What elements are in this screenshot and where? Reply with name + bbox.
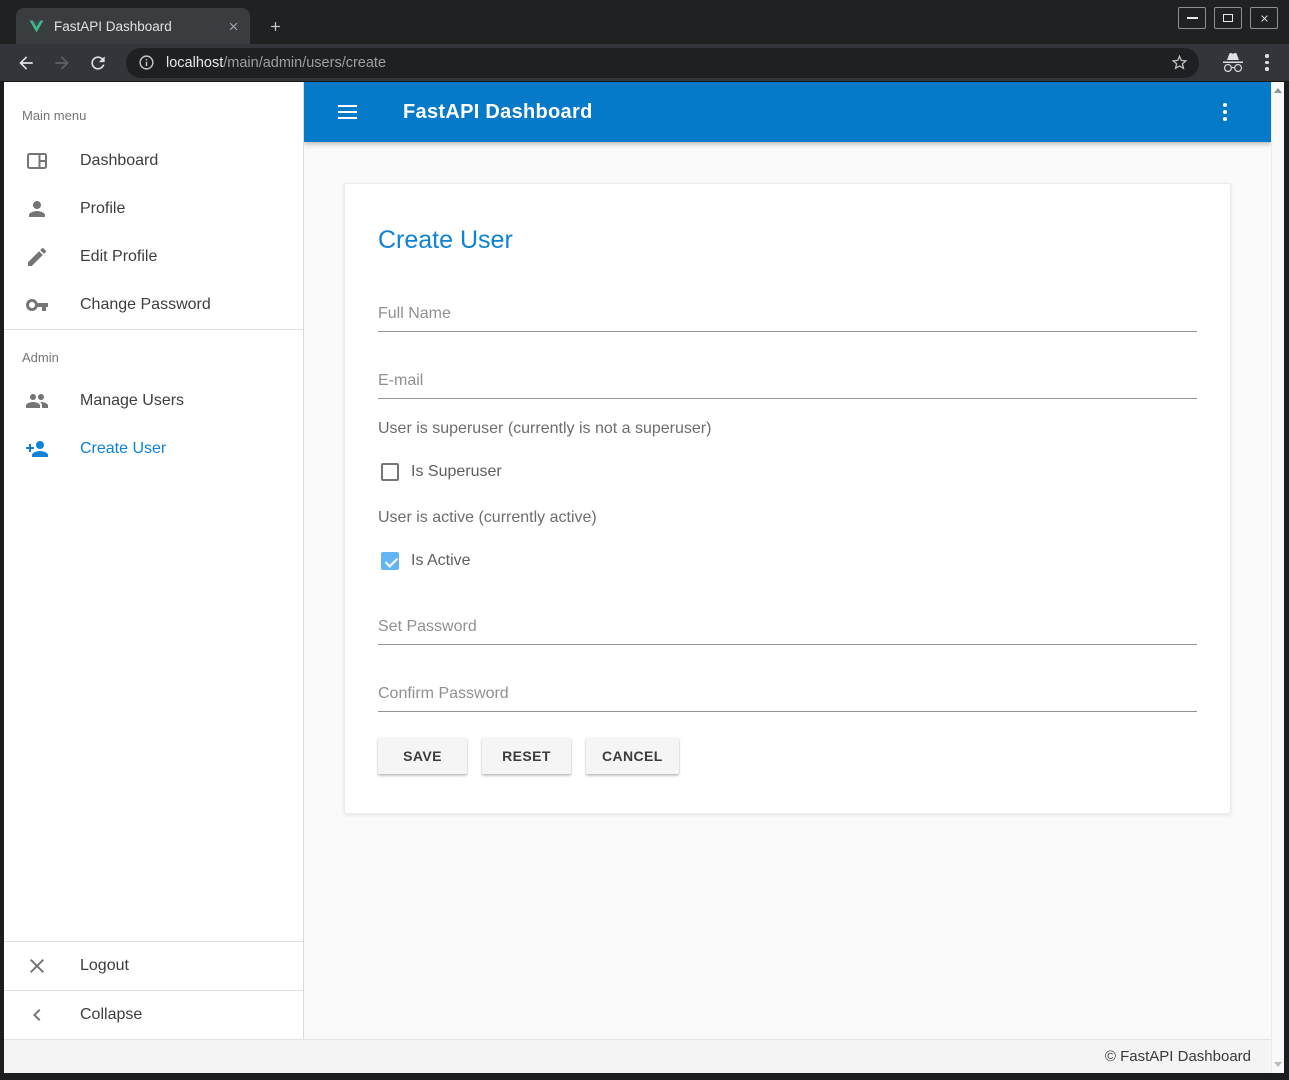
sidebar-item-label: Change Password (80, 296, 211, 314)
incognito-icon (1221, 51, 1245, 75)
sidebar-section-admin: Admin (4, 330, 303, 377)
chevron-left-icon (25, 1003, 49, 1027)
is-superuser-checkbox[interactable]: Is Superuser (378, 463, 1197, 481)
page-scrollbar[interactable] (1271, 82, 1284, 1073)
sidebar-item-create-user[interactable]: Create User (4, 425, 303, 473)
close-window-button[interactable] (1250, 7, 1278, 29)
sidebar-item-label: Collapse (80, 1006, 142, 1024)
sidebar-item-label: Profile (80, 200, 125, 218)
app-page: Main menu Dashboard Profile (4, 82, 1271, 1073)
tab-title: FastAPI Dashboard (54, 19, 224, 34)
minimize-button[interactable] (1178, 7, 1206, 29)
reset-button[interactable]: RESET (482, 738, 571, 774)
cancel-button[interactable]: CANCEL (586, 738, 679, 774)
app-bar-menu-icon[interactable] (1213, 100, 1237, 124)
sidebar-item-label: Logout (80, 957, 129, 975)
superuser-hint: User is superuser (currently is not a su… (378, 420, 1197, 438)
browser-menu-icon[interactable] (1257, 51, 1277, 75)
app-bar: FastAPI Dashboard (304, 82, 1271, 142)
sidebar-item-manage-users[interactable]: Manage Users (4, 377, 303, 425)
save-button[interactable]: SAVE (378, 738, 467, 774)
app-bar-title: FastAPI Dashboard (403, 101, 593, 124)
sidebar-section-main-menu: Main menu (4, 82, 303, 137)
sidebar-item-collapse[interactable]: Collapse (4, 991, 303, 1039)
url-bar[interactable]: localhost/main/admin/users/create (126, 48, 1199, 78)
create-user-card: Create User User is superuser (currently… (344, 183, 1231, 814)
reload-icon[interactable] (84, 49, 112, 77)
sidebar-item-change-password[interactable]: Change Password (4, 281, 303, 329)
app-footer: © FastAPI Dashboard (4, 1039, 1271, 1073)
email-field[interactable] (378, 372, 1197, 399)
page-viewport: Main menu Dashboard Profile (4, 82, 1284, 1073)
bookmark-star-icon[interactable] (1170, 53, 1189, 72)
main-content: FastAPI Dashboard Create User User is su… (304, 82, 1271, 1039)
back-icon[interactable] (12, 49, 40, 77)
form-buttons: SAVE RESET CANCEL (378, 738, 1197, 774)
dashboard-icon (25, 149, 49, 173)
url-host: localhost (166, 55, 223, 71)
vue-logo-icon (28, 18, 45, 35)
is-active-checkbox[interactable]: Is Active (378, 552, 1197, 570)
sidebar-item-profile[interactable]: Profile (4, 185, 303, 233)
confirm-password-field[interactable] (378, 685, 1197, 712)
sidebar-item-edit-profile[interactable]: Edit Profile (4, 233, 303, 281)
maximize-button[interactable] (1214, 7, 1242, 29)
set-password-field[interactable] (378, 618, 1197, 645)
url-path: /main/admin/users/create (223, 55, 386, 71)
pencil-icon (25, 245, 49, 269)
scrollbar-down-icon[interactable] (1274, 1062, 1282, 1067)
browser-toolbar: localhost/main/admin/users/create (0, 44, 1289, 82)
sidebar-item-label: Dashboard (80, 152, 158, 170)
person-icon (25, 197, 49, 221)
url-text: localhost/main/admin/users/create (166, 55, 1170, 71)
sidebar-item-dashboard[interactable]: Dashboard (4, 137, 303, 185)
sidebar-item-label: Manage Users (80, 392, 184, 410)
person-add-icon (25, 437, 49, 461)
sidebar: Main menu Dashboard Profile (4, 82, 304, 1039)
checkbox-label: Is Active (411, 552, 471, 570)
tab-close-icon[interactable] (224, 17, 242, 35)
window-controls (1178, 7, 1278, 29)
sidebar-item-label: Edit Profile (80, 248, 157, 266)
checkbox-icon (381, 463, 399, 481)
full-name-field[interactable] (378, 305, 1197, 332)
browser-tab[interactable]: FastAPI Dashboard (16, 8, 250, 44)
checkbox-icon (381, 552, 399, 570)
browser-tab-bar: FastAPI Dashboard (0, 0, 1289, 44)
active-hint: User is active (currently active) (378, 509, 1197, 527)
key-icon (25, 293, 49, 317)
forward-icon[interactable] (48, 49, 76, 77)
browser-window: FastAPI Dashboard (0, 0, 1289, 1080)
sidebar-item-logout[interactable]: Logout (4, 942, 303, 990)
new-tab-button[interactable] (262, 13, 288, 39)
sidebar-item-label: Create User (80, 440, 166, 458)
close-icon (25, 954, 49, 978)
checkbox-label: Is Superuser (411, 463, 502, 481)
site-info-icon[interactable] (138, 54, 155, 71)
people-icon (25, 389, 49, 413)
footer-copyright: © FastAPI Dashboard (1105, 1048, 1251, 1065)
hamburger-menu-icon[interactable] (338, 100, 362, 124)
page-title: Create User (378, 226, 1197, 255)
scrollbar-up-icon[interactable] (1274, 88, 1282, 93)
